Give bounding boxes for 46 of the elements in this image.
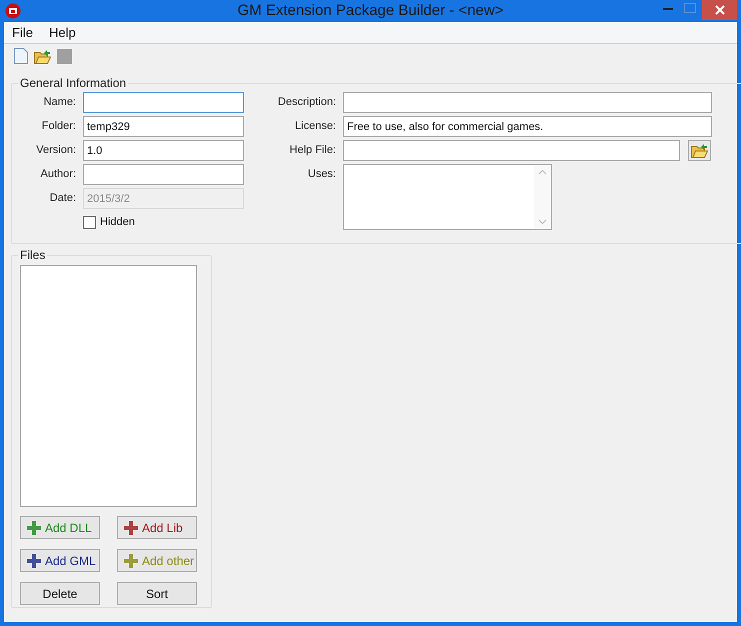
window-title: GM Extension Package Builder - <new> [238,0,504,21]
input-field[interactable]: temp329 [83,116,244,137]
field-label: Description: [276,95,336,110]
input-field[interactable]: 1.0 [83,140,244,161]
field-label: Name: [42,95,76,110]
open-folder-icon[interactable] [34,48,51,64]
button[interactable]: Delete [20,582,100,605]
field-label: Version: [35,143,76,158]
add-button[interactable]: Add DLL [20,516,100,539]
group-title: General Information [19,75,128,92]
browse-button[interactable] [688,140,711,161]
add-button[interactable]: Add GML [20,549,100,572]
open-folder-icon [691,143,708,158]
input-field[interactable] [83,164,244,185]
text-area[interactable] [343,164,552,230]
plus-icon [124,554,138,568]
input-field[interactable] [343,140,680,161]
field-label: License: [294,119,336,134]
group-title: Files [19,247,46,264]
app-icon [5,3,21,19]
minimize-icon[interactable] [663,8,673,11]
input-field[interactable]: Free to use, also for commercial games. [343,116,712,137]
field-label: Uses: [306,167,336,182]
close-icon [714,5,724,15]
field-label: Date: [48,191,76,206]
input-field[interactable] [83,92,244,113]
menu-item[interactable]: Help [42,22,82,42]
plus-icon [27,554,41,568]
close-button[interactable] [702,0,737,20]
field-label: Help File: [288,143,336,158]
checkbox-label: Hidden [100,215,135,230]
scroll-up-icon[interactable] [538,169,547,175]
scrollbar[interactable] [534,165,551,229]
field-label: Author: [40,167,76,182]
field-label: Folder: [40,119,76,134]
plus-icon [27,520,41,534]
maximize-icon[interactable] [684,3,696,13]
new-file-icon[interactable] [14,48,28,64]
button[interactable]: Sort [117,582,197,605]
menu-item[interactable]: File [6,22,39,42]
add-button[interactable]: Add Lib [117,516,197,539]
plus-icon [124,520,138,534]
scroll-down-icon[interactable] [538,219,547,225]
input-field[interactable] [343,92,712,113]
save-icon[interactable] [57,48,72,64]
checkbox[interactable] [83,216,96,229]
